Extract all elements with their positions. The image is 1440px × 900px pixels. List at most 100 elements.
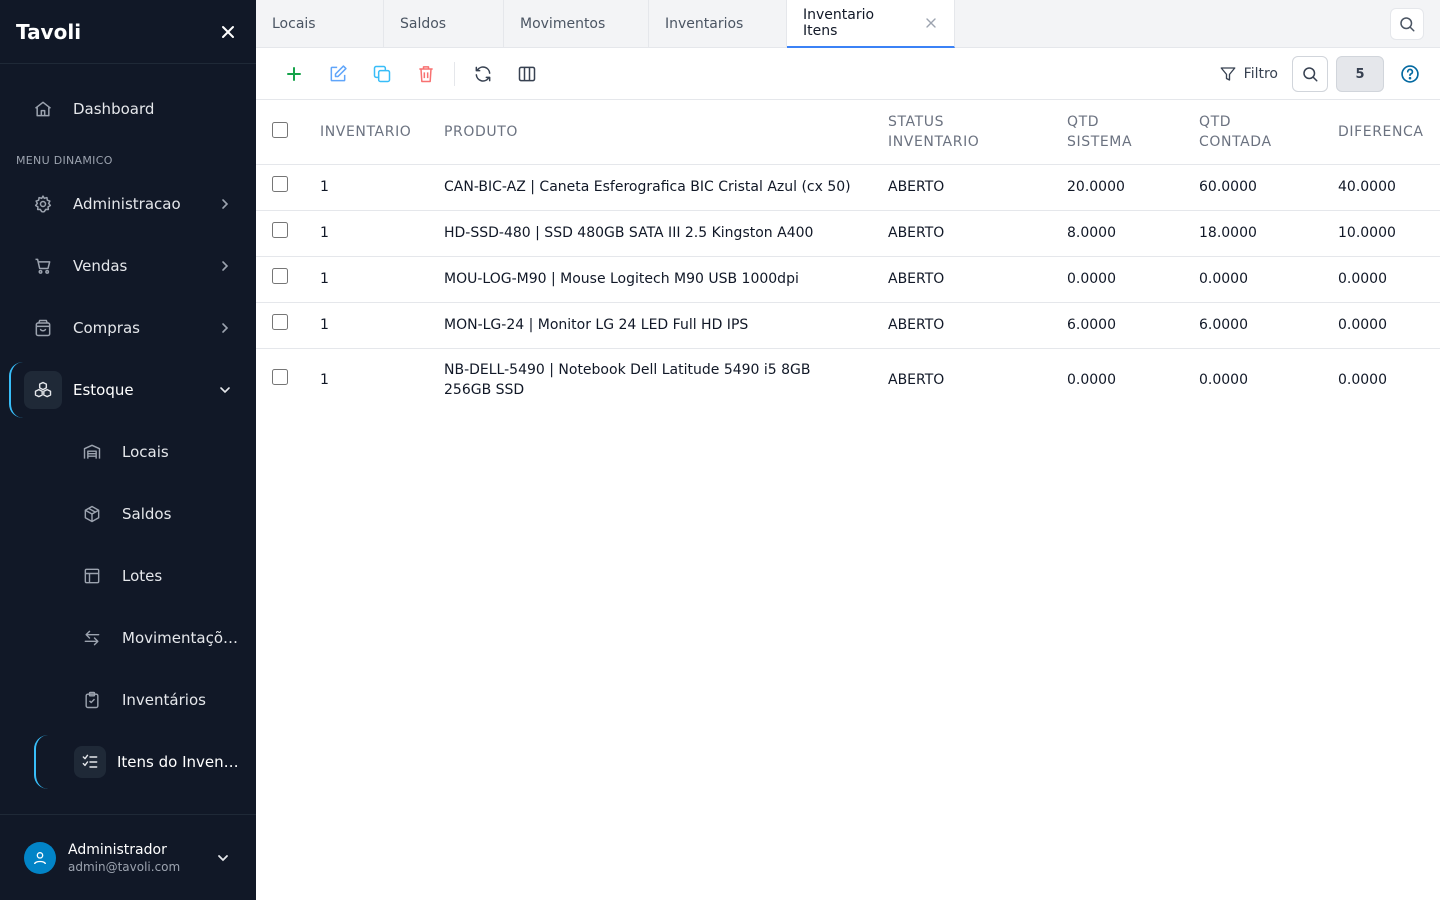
sidebar-nav: Dashboard MENU DINAMICO Administracao Ve… — [0, 64, 256, 793]
table-row[interactable]: 1 MOU-LOG-M90 | Mouse Logitech M90 USB 1… — [256, 256, 1440, 302]
close-tab-button[interactable] — [924, 16, 938, 30]
cubes-icon — [24, 371, 62, 409]
tab-inventarios[interactable]: Inventarios — [649, 0, 787, 48]
column-header-status-inventario[interactable]: STATUS INVENTARIO — [888, 100, 1067, 164]
tab-saldos[interactable]: Saldos — [384, 0, 504, 48]
cell-inventario: 1 — [320, 372, 329, 389]
tab-label: Saldos — [400, 16, 447, 32]
sidebar-subitem-movimentacoes[interactable]: Movimentações — [0, 607, 256, 669]
close-icon — [222, 25, 234, 38]
chevron-down-icon — [216, 381, 234, 399]
table-row[interactable]: 1 MON-LG-24 | Monitor LG 24 LED Full HD … — [256, 302, 1440, 348]
filter-label: Filtro — [1243, 66, 1278, 82]
search-icon — [1303, 67, 1318, 82]
tab-movimentos[interactable]: Movimentos — [504, 0, 649, 48]
cell-produto: NB-DELL-5490 | Notebook Dell Latitude 54… — [444, 362, 811, 399]
cell-qtd-contada: 6.0000 — [1199, 317, 1248, 333]
copy-icon — [373, 65, 391, 82]
tab-inventario-itens[interactable]: Inventario Itens — [787, 0, 955, 48]
chevron-down-icon — [214, 849, 232, 867]
sidebar-item-vendas[interactable]: Vendas — [0, 235, 256, 297]
user-icon — [34, 851, 46, 864]
app-title: Tavoli — [16, 19, 82, 44]
row-checkbox[interactable] — [272, 222, 288, 238]
cell-qtd-contada: 0.0000 — [1199, 271, 1248, 287]
copy-button[interactable] — [366, 58, 398, 90]
select-all-checkbox[interactable] — [272, 122, 288, 139]
refresh-button[interactable] — [467, 58, 499, 90]
cell-status: ABERTO — [888, 317, 945, 333]
toolbar-divider — [454, 61, 455, 86]
sidebar-item-estoque[interactable]: Estoque — [0, 359, 256, 421]
sidebar-item-dashboard[interactable]: Dashboard — [0, 78, 256, 140]
menu-section-label: MENU DINAMICO — [16, 154, 113, 167]
column-header-qtd-sistema[interactable]: QTD SISTEMA — [1067, 100, 1199, 164]
sidebar: Tavoli Dashboard MENU DINAMICO Administr… — [0, 0, 256, 900]
row-checkbox[interactable] — [272, 268, 288, 284]
close-icon — [926, 18, 936, 28]
global-search-button[interactable] — [1390, 8, 1424, 40]
trash-icon — [419, 65, 433, 82]
columns-button[interactable] — [511, 58, 543, 90]
cell-qtd-sistema: 0.0000 — [1067, 372, 1116, 389]
edit-button[interactable] — [322, 58, 354, 90]
sidebar-subitem-inventarios[interactable]: Inventários — [0, 669, 256, 731]
sidebar-header: Tavoli — [0, 0, 256, 64]
table-header-row: INVENTARIO PRODUTO STATUS INVENTARIO QTD S… — [256, 100, 1440, 164]
table-row[interactable]: 1 CAN-BIC-AZ | Caneta Esferografica BIC … — [256, 164, 1440, 210]
sidebar-subitem-locais[interactable]: Locais — [0, 421, 256, 483]
user-email: admin@tavoli.com — [68, 859, 181, 874]
sidebar-item-administracao[interactable]: Administracao — [0, 173, 256, 235]
table-row[interactable]: 1 NB-DELL-5490 | Notebook Dell Latitude … — [256, 348, 1440, 412]
column-header-produto[interactable]: PRODUTO — [444, 100, 888, 164]
sidebar-item-label: Estoque — [73, 381, 134, 399]
help-icon — [1401, 65, 1419, 83]
user-info: Administrador admin@tavoli.com — [68, 842, 214, 874]
list-check-icon — [74, 746, 106, 778]
cell-inventario: 1 — [320, 317, 329, 333]
cart-icon — [24, 247, 62, 285]
chevron-right-icon — [216, 257, 234, 275]
tab-label: Locais — [272, 16, 316, 32]
cell-status: ABERTO — [888, 271, 945, 287]
delete-button[interactable] — [410, 58, 442, 90]
column-header-inventario[interactable]: INVENTARIO — [320, 100, 444, 164]
search-icon — [1400, 17, 1415, 32]
row-checkbox[interactable] — [272, 176, 288, 192]
tab-locais[interactable]: Locais — [256, 0, 384, 48]
bag-icon — [24, 309, 62, 347]
table-row[interactable]: 1 HD-SSD-480 | SSD 480GB SATA III 2.5 Ki… — [256, 210, 1440, 256]
column-header-qtd-contada[interactable]: QTD CONTADA — [1199, 100, 1338, 164]
cell-produto: HD-SSD-480 | SSD 480GB SATA III 2.5 King… — [444, 225, 814, 241]
search-button[interactable] — [1292, 56, 1328, 92]
sidebar-item-compras[interactable]: Compras — [0, 297, 256, 359]
sidebar-subitem-saldos[interactable]: Saldos — [0, 483, 256, 545]
main-content: Locais Saldos Movimentos Inventarios Inv… — [256, 0, 1440, 900]
cell-inventario: 1 — [320, 179, 329, 195]
sidebar-subitem-label: Itens do Inventário — [117, 753, 240, 771]
sidebar-subitem-label: Locais — [122, 443, 169, 461]
sidebar-subitem-lotes[interactable]: Lotes — [0, 545, 256, 607]
sidebar-item-label: Vendas — [73, 257, 128, 275]
cell-inventario: 1 — [320, 225, 329, 241]
avatar — [24, 841, 56, 874]
help-button[interactable] — [1398, 62, 1422, 86]
cell-diferenca: 0.0000 — [1338, 271, 1387, 287]
estoque-submenu: Locais Saldos Lotes Movimentações Invent… — [0, 421, 256, 793]
filter-button[interactable]: Filtro — [1210, 56, 1286, 92]
tab-bar: Locais Saldos Movimentos Inventarios Inv… — [256, 0, 1440, 48]
column-header-diferenca[interactable]: DIFERENCA — [1338, 100, 1440, 164]
add-button[interactable] — [278, 58, 310, 90]
toolbar: Filtro 5 — [256, 48, 1440, 100]
cell-status: ABERTO — [888, 225, 945, 241]
edit-icon — [330, 64, 347, 81]
cell-qtd-sistema: 6.0000 — [1067, 317, 1116, 333]
close-sidebar-button[interactable] — [216, 20, 240, 44]
gear-icon — [24, 185, 62, 223]
row-checkbox[interactable] — [272, 369, 288, 386]
row-checkbox[interactable] — [272, 314, 288, 330]
user-menu[interactable]: Administrador admin@tavoli.com — [0, 814, 256, 900]
toolbar-right: Filtro 5 — [1210, 56, 1422, 92]
chevron-right-icon — [216, 195, 234, 213]
sidebar-subitem-itens-do-inventario[interactable]: Itens do Inventário — [0, 731, 256, 793]
